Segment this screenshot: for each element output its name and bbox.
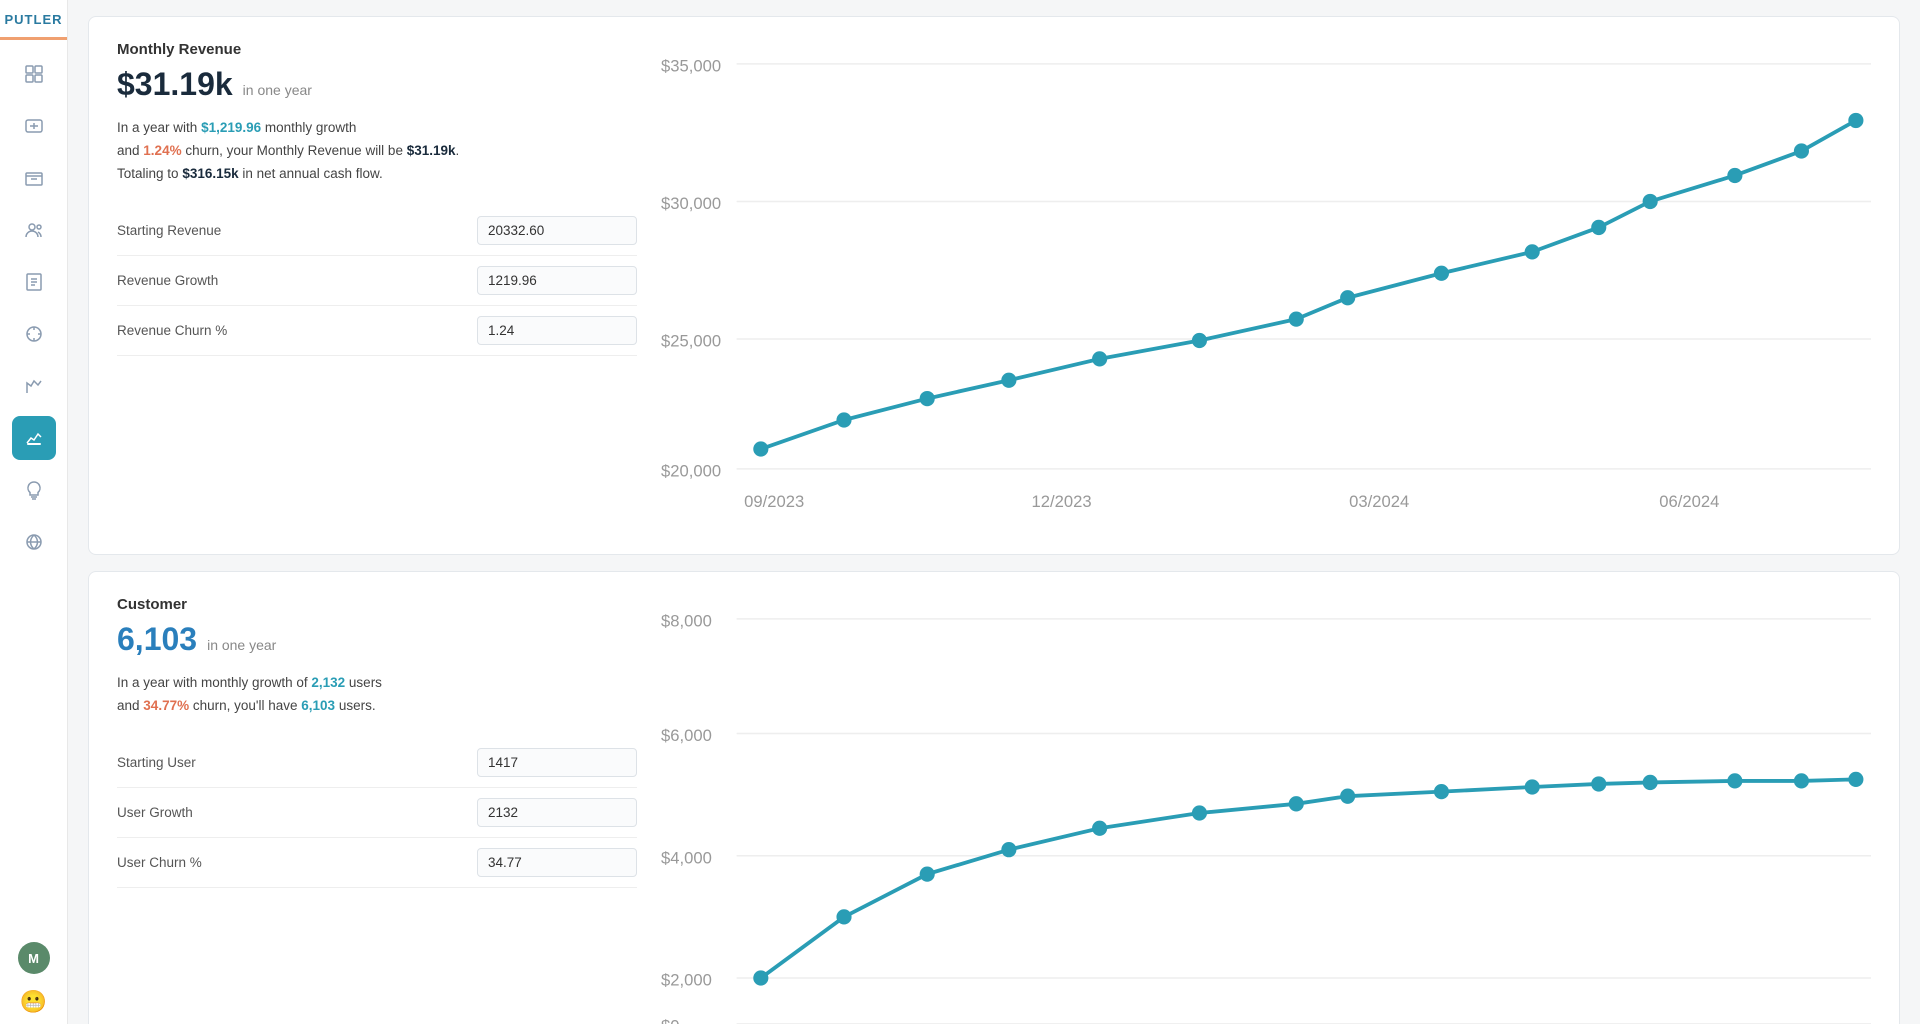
analytics-icon[interactable] bbox=[12, 364, 56, 408]
goals-icon[interactable] bbox=[12, 312, 56, 356]
user-growth-field: User Growth bbox=[117, 788, 637, 838]
svg-text:12/2023: 12/2023 bbox=[1032, 492, 1092, 511]
customer-chart: $8,000 $6,000 $4,000 $2,000 $0 bbox=[661, 596, 1871, 1024]
starting-revenue-label: Starting Revenue bbox=[117, 223, 477, 238]
customer-card-left: Customer 6,103 in one year In a year wit… bbox=[117, 596, 637, 1024]
main-content: Monthly Revenue $31.19k in one year In a… bbox=[68, 0, 1920, 1024]
sidebar: PUTLER M 😬 bbox=[0, 0, 68, 1024]
reports-icon[interactable] bbox=[12, 260, 56, 304]
revenue-card: Monthly Revenue $31.19k in one year In a… bbox=[88, 16, 1900, 555]
app-logo: PUTLER bbox=[0, 0, 67, 40]
starting-revenue-field: Starting Revenue bbox=[117, 206, 637, 256]
user-churn-label: User Churn % bbox=[117, 855, 477, 870]
user-growth-label: User Growth bbox=[117, 805, 477, 820]
revenue-main-value: $31.19k in one year bbox=[117, 66, 637, 103]
svg-text:$0: $0 bbox=[661, 1016, 680, 1024]
customer-chart-container: $8,000 $6,000 $4,000 $2,000 $0 bbox=[661, 596, 1871, 1024]
customers-icon[interactable] bbox=[12, 208, 56, 252]
revenue-growth-input[interactable] bbox=[477, 266, 637, 295]
revenue-growth-field: Revenue Growth bbox=[117, 256, 637, 306]
user-growth-input[interactable] bbox=[477, 798, 637, 827]
svg-text:$6,000: $6,000 bbox=[661, 726, 712, 745]
revenue-description: In a year with $1,219.96 monthly growth … bbox=[117, 117, 637, 186]
customer-description: In a year with monthly growth of 2,132 u… bbox=[117, 672, 637, 718]
starting-revenue-input[interactable] bbox=[477, 216, 637, 245]
starting-user-input[interactable] bbox=[477, 748, 637, 777]
global-icon[interactable] bbox=[12, 520, 56, 564]
customer-main-value: 6,103 in one year bbox=[117, 621, 637, 658]
user-avatar-m[interactable]: M bbox=[18, 942, 50, 974]
svg-text:$8,000: $8,000 bbox=[661, 611, 712, 630]
svg-text:03/2024: 03/2024 bbox=[1349, 492, 1409, 511]
starting-user-label: Starting User bbox=[117, 755, 477, 770]
svg-text:$2,000: $2,000 bbox=[661, 971, 712, 990]
svg-text:$30,000: $30,000 bbox=[661, 194, 721, 213]
svg-text:$25,000: $25,000 bbox=[661, 332, 721, 351]
customer-section-title: Customer bbox=[117, 596, 637, 613]
svg-text:$35,000: $35,000 bbox=[661, 56, 721, 75]
user-churn-input[interactable] bbox=[477, 848, 637, 877]
revenue-churn-field: Revenue Churn % bbox=[117, 306, 637, 356]
insights-icon[interactable] bbox=[12, 468, 56, 512]
svg-text:$4,000: $4,000 bbox=[661, 848, 712, 867]
dashboard-icon[interactable] bbox=[12, 52, 56, 96]
revenue-growth-label: Revenue Growth bbox=[117, 273, 477, 288]
starting-user-field: Starting User bbox=[117, 738, 637, 788]
revenue-chart: $35,000 $30,000 $25,000 $20,000 bbox=[661, 41, 1871, 530]
svg-text:06/2024: 06/2024 bbox=[1659, 492, 1719, 511]
revenue-chart-container: $35,000 $30,000 $25,000 $20,000 bbox=[661, 41, 1871, 530]
user-avatar-emoji[interactable]: 😬 bbox=[18, 986, 50, 1018]
revenue-icon[interactable] bbox=[12, 104, 56, 148]
svg-text:$20,000: $20,000 bbox=[661, 461, 721, 480]
svg-text:09/2023: 09/2023 bbox=[744, 492, 804, 511]
user-churn-field: User Churn % bbox=[117, 838, 637, 888]
forecast-icon[interactable] bbox=[12, 416, 56, 460]
revenue-churn-input[interactable] bbox=[477, 316, 637, 345]
revenue-section-title: Monthly Revenue bbox=[117, 41, 637, 58]
revenue-churn-label: Revenue Churn % bbox=[117, 323, 477, 338]
archive-icon[interactable] bbox=[12, 156, 56, 200]
revenue-card-left: Monthly Revenue $31.19k in one year In a… bbox=[117, 41, 637, 530]
customer-card: Customer 6,103 in one year In a year wit… bbox=[88, 571, 1900, 1024]
